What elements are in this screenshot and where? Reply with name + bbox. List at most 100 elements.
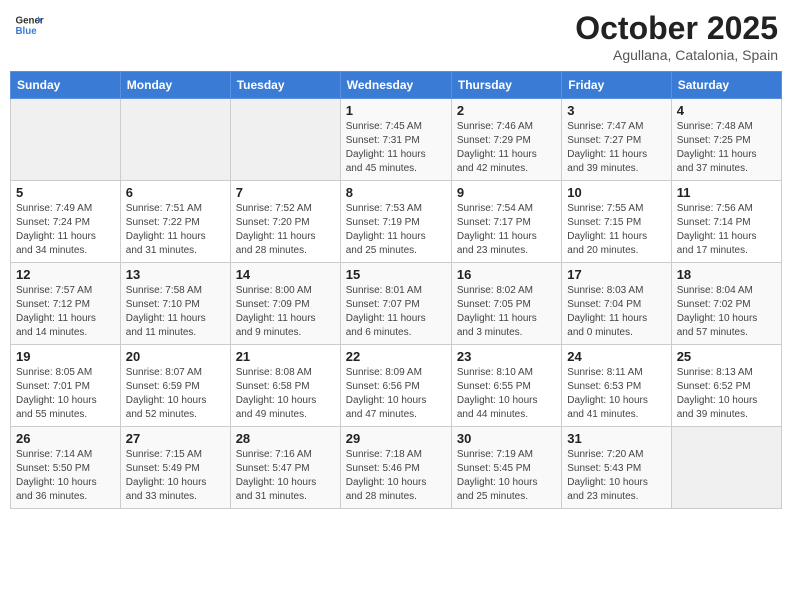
day-cell: 20 Sunrise: 8:07 AM Sunset: 6:59 PM Dayli…: [120, 345, 230, 427]
day-cell: 16Sunrise: 8:02 AM Sunset: 7:05 PM Dayli…: [451, 263, 561, 345]
week-row-3: 19 Sunrise: 8:05 AM Sunset: 7:01 PM Dayli…: [11, 345, 782, 427]
day-info: Sunrise: 7:48 AM Sunset: 7:25 PM Dayligh…: [677, 120, 776, 176]
day-info: Sunrise: 7:18 AM Sunset: 5:46 PM Dayligh…: [346, 448, 446, 504]
header-cell-thursday: Thursday: [451, 72, 561, 99]
day-number: 6: [126, 185, 225, 200]
day-cell: 6 Sunrise: 7:51 AM Sunset: 7:22 PM Daylig…: [120, 181, 230, 263]
header-cell-friday: Friday: [562, 72, 671, 99]
month-title: October 2025: [575, 10, 778, 47]
svg-text:Blue: Blue: [16, 26, 38, 37]
day-cell: 13Sunrise: 7:58 AM Sunset: 7:10 PM Dayli…: [120, 263, 230, 345]
day-cell: 15Sunrise: 8:01 AM Sunset: 7:07 PM Dayli…: [340, 263, 451, 345]
day-cell: 23 Sunrise: 8:10 AM Sunset: 6:55 PM Dayli…: [451, 345, 561, 427]
logo-icon: General Blue: [14, 10, 44, 40]
day-cell: 12 Sunrise: 7:57 AM Sunset: 7:12 PM Dayli…: [11, 263, 121, 345]
day-info: Sunrise: 7:47 AM Sunset: 7:27 PM Dayligh…: [567, 120, 665, 176]
day-cell: 19 Sunrise: 8:05 AM Sunset: 7:01 PM Dayli…: [11, 345, 121, 427]
day-info: Sunrise: 7:16 AM Sunset: 5:47 PM Dayligh…: [236, 448, 335, 504]
header-row: SundayMondayTuesdayWednesdayThursdayFrid…: [11, 72, 782, 99]
day-number: 27: [126, 431, 225, 446]
day-cell: 3 Sunrise: 7:47 AM Sunset: 7:27 PM Daylig…: [562, 99, 671, 181]
day-number: 4: [677, 103, 776, 118]
week-row-1: 5Sunrise: 7:49 AM Sunset: 7:24 PM Daylig…: [11, 181, 782, 263]
day-cell: 4 Sunrise: 7:48 AM Sunset: 7:25 PM Daylig…: [671, 99, 781, 181]
day-number: 24: [567, 349, 665, 364]
day-number: 9: [457, 185, 556, 200]
day-info: Sunrise: 7:19 AM Sunset: 5:45 PM Dayligh…: [457, 448, 556, 504]
day-info: Sunrise: 7:55 AM Sunset: 7:15 PM Dayligh…: [567, 202, 665, 258]
day-cell: 18 Sunrise: 8:04 AM Sunset: 7:02 PM Dayli…: [671, 263, 781, 345]
day-cell: 21Sunrise: 8:08 AM Sunset: 6:58 PM Dayli…: [230, 345, 340, 427]
day-cell: 22 Sunrise: 8:09 AM Sunset: 6:56 PM Dayli…: [340, 345, 451, 427]
day-info: Sunrise: 7:57 AM Sunset: 7:12 PM Dayligh…: [16, 284, 115, 340]
day-cell: 1 Sunrise: 7:45 AM Sunset: 7:31 PM Daylig…: [340, 99, 451, 181]
day-number: 2: [457, 103, 556, 118]
day-cell: [120, 99, 230, 181]
page-header: General Blue October 2025 Agullana, Cata…: [10, 10, 782, 63]
day-info: Sunrise: 7:45 AM Sunset: 7:31 PM Dayligh…: [346, 120, 446, 176]
day-number: 21: [236, 349, 335, 364]
day-info: Sunrise: 7:51 AM Sunset: 7:22 PM Dayligh…: [126, 202, 225, 258]
day-number: 12: [16, 267, 115, 282]
day-info: Sunrise: 8:00 AM Sunset: 7:09 PM Dayligh…: [236, 284, 335, 340]
day-info: Sunrise: 7:56 AM Sunset: 7:14 PM Dayligh…: [677, 202, 776, 258]
day-number: 17: [567, 267, 665, 282]
day-info: Sunrise: 7:14 AM Sunset: 5:50 PM Dayligh…: [16, 448, 115, 504]
day-info: Sunrise: 7:15 AM Sunset: 5:49 PM Dayligh…: [126, 448, 225, 504]
day-info: Sunrise: 8:07 AM Sunset: 6:59 PM Dayligh…: [126, 366, 225, 422]
day-number: 26: [16, 431, 115, 446]
header-cell-saturday: Saturday: [671, 72, 781, 99]
day-info: Sunrise: 7:49 AM Sunset: 7:24 PM Dayligh…: [16, 202, 115, 258]
day-info: Sunrise: 8:05 AM Sunset: 7:01 PM Dayligh…: [16, 366, 115, 422]
day-number: 20: [126, 349, 225, 364]
day-cell: 5Sunrise: 7:49 AM Sunset: 7:24 PM Daylig…: [11, 181, 121, 263]
day-cell: 30Sunrise: 7:19 AM Sunset: 5:45 PM Dayli…: [451, 427, 561, 509]
day-cell: 2 Sunrise: 7:46 AM Sunset: 7:29 PM Daylig…: [451, 99, 561, 181]
day-number: 8: [346, 185, 446, 200]
day-number: 18: [677, 267, 776, 282]
day-number: 7: [236, 185, 335, 200]
day-info: Sunrise: 7:46 AM Sunset: 7:29 PM Dayligh…: [457, 120, 556, 176]
day-number: 11: [677, 185, 776, 200]
week-row-2: 12 Sunrise: 7:57 AM Sunset: 7:12 PM Dayli…: [11, 263, 782, 345]
title-block: October 2025 Agullana, Catalonia, Spain: [575, 10, 778, 63]
day-cell: 7 Sunrise: 7:52 AM Sunset: 7:20 PM Daylig…: [230, 181, 340, 263]
calendar-table: SundayMondayTuesdayWednesdayThursdayFrid…: [10, 71, 782, 509]
day-info: Sunrise: 8:13 AM Sunset: 6:52 PM Dayligh…: [677, 366, 776, 422]
day-info: Sunrise: 8:10 AM Sunset: 6:55 PM Dayligh…: [457, 366, 556, 422]
header-cell-tuesday: Tuesday: [230, 72, 340, 99]
logo: General Blue: [14, 10, 44, 40]
day-number: 23: [457, 349, 556, 364]
day-cell: [11, 99, 121, 181]
day-info: Sunrise: 7:58 AM Sunset: 7:10 PM Dayligh…: [126, 284, 225, 340]
day-cell: 31Sunrise: 7:20 AM Sunset: 5:43 PM Dayli…: [562, 427, 671, 509]
day-info: Sunrise: 8:09 AM Sunset: 6:56 PM Dayligh…: [346, 366, 446, 422]
day-cell: 10 Sunrise: 7:55 AM Sunset: 7:15 PM Dayli…: [562, 181, 671, 263]
day-number: 19: [16, 349, 115, 364]
day-number: 16: [457, 267, 556, 282]
header-cell-sunday: Sunday: [11, 72, 121, 99]
day-cell: 24 Sunrise: 8:11 AM Sunset: 6:53 PM Dayli…: [562, 345, 671, 427]
day-number: 10: [567, 185, 665, 200]
day-info: Sunrise: 7:52 AM Sunset: 7:20 PM Dayligh…: [236, 202, 335, 258]
day-cell: 25 Sunrise: 8:13 AM Sunset: 6:52 PM Dayli…: [671, 345, 781, 427]
day-info: Sunrise: 8:11 AM Sunset: 6:53 PM Dayligh…: [567, 366, 665, 422]
header-cell-monday: Monday: [120, 72, 230, 99]
day-cell: [671, 427, 781, 509]
day-number: 3: [567, 103, 665, 118]
day-cell: 17 Sunrise: 8:03 AM Sunset: 7:04 PM Dayli…: [562, 263, 671, 345]
day-cell: 28 Sunrise: 7:16 AM Sunset: 5:47 PM Dayli…: [230, 427, 340, 509]
day-number: 22: [346, 349, 446, 364]
location-subtitle: Agullana, Catalonia, Spain: [575, 47, 778, 63]
day-number: 1: [346, 103, 446, 118]
day-info: Sunrise: 8:03 AM Sunset: 7:04 PM Dayligh…: [567, 284, 665, 340]
day-number: 28: [236, 431, 335, 446]
day-number: 25: [677, 349, 776, 364]
header-cell-wednesday: Wednesday: [340, 72, 451, 99]
day-cell: 26 Sunrise: 7:14 AM Sunset: 5:50 PM Dayli…: [11, 427, 121, 509]
day-number: 15: [346, 267, 446, 282]
day-info: Sunrise: 8:04 AM Sunset: 7:02 PM Dayligh…: [677, 284, 776, 340]
day-info: Sunrise: 7:53 AM Sunset: 7:19 PM Dayligh…: [346, 202, 446, 258]
day-cell: 14Sunrise: 8:00 AM Sunset: 7:09 PM Dayli…: [230, 263, 340, 345]
week-row-0: 1 Sunrise: 7:45 AM Sunset: 7:31 PM Daylig…: [11, 99, 782, 181]
